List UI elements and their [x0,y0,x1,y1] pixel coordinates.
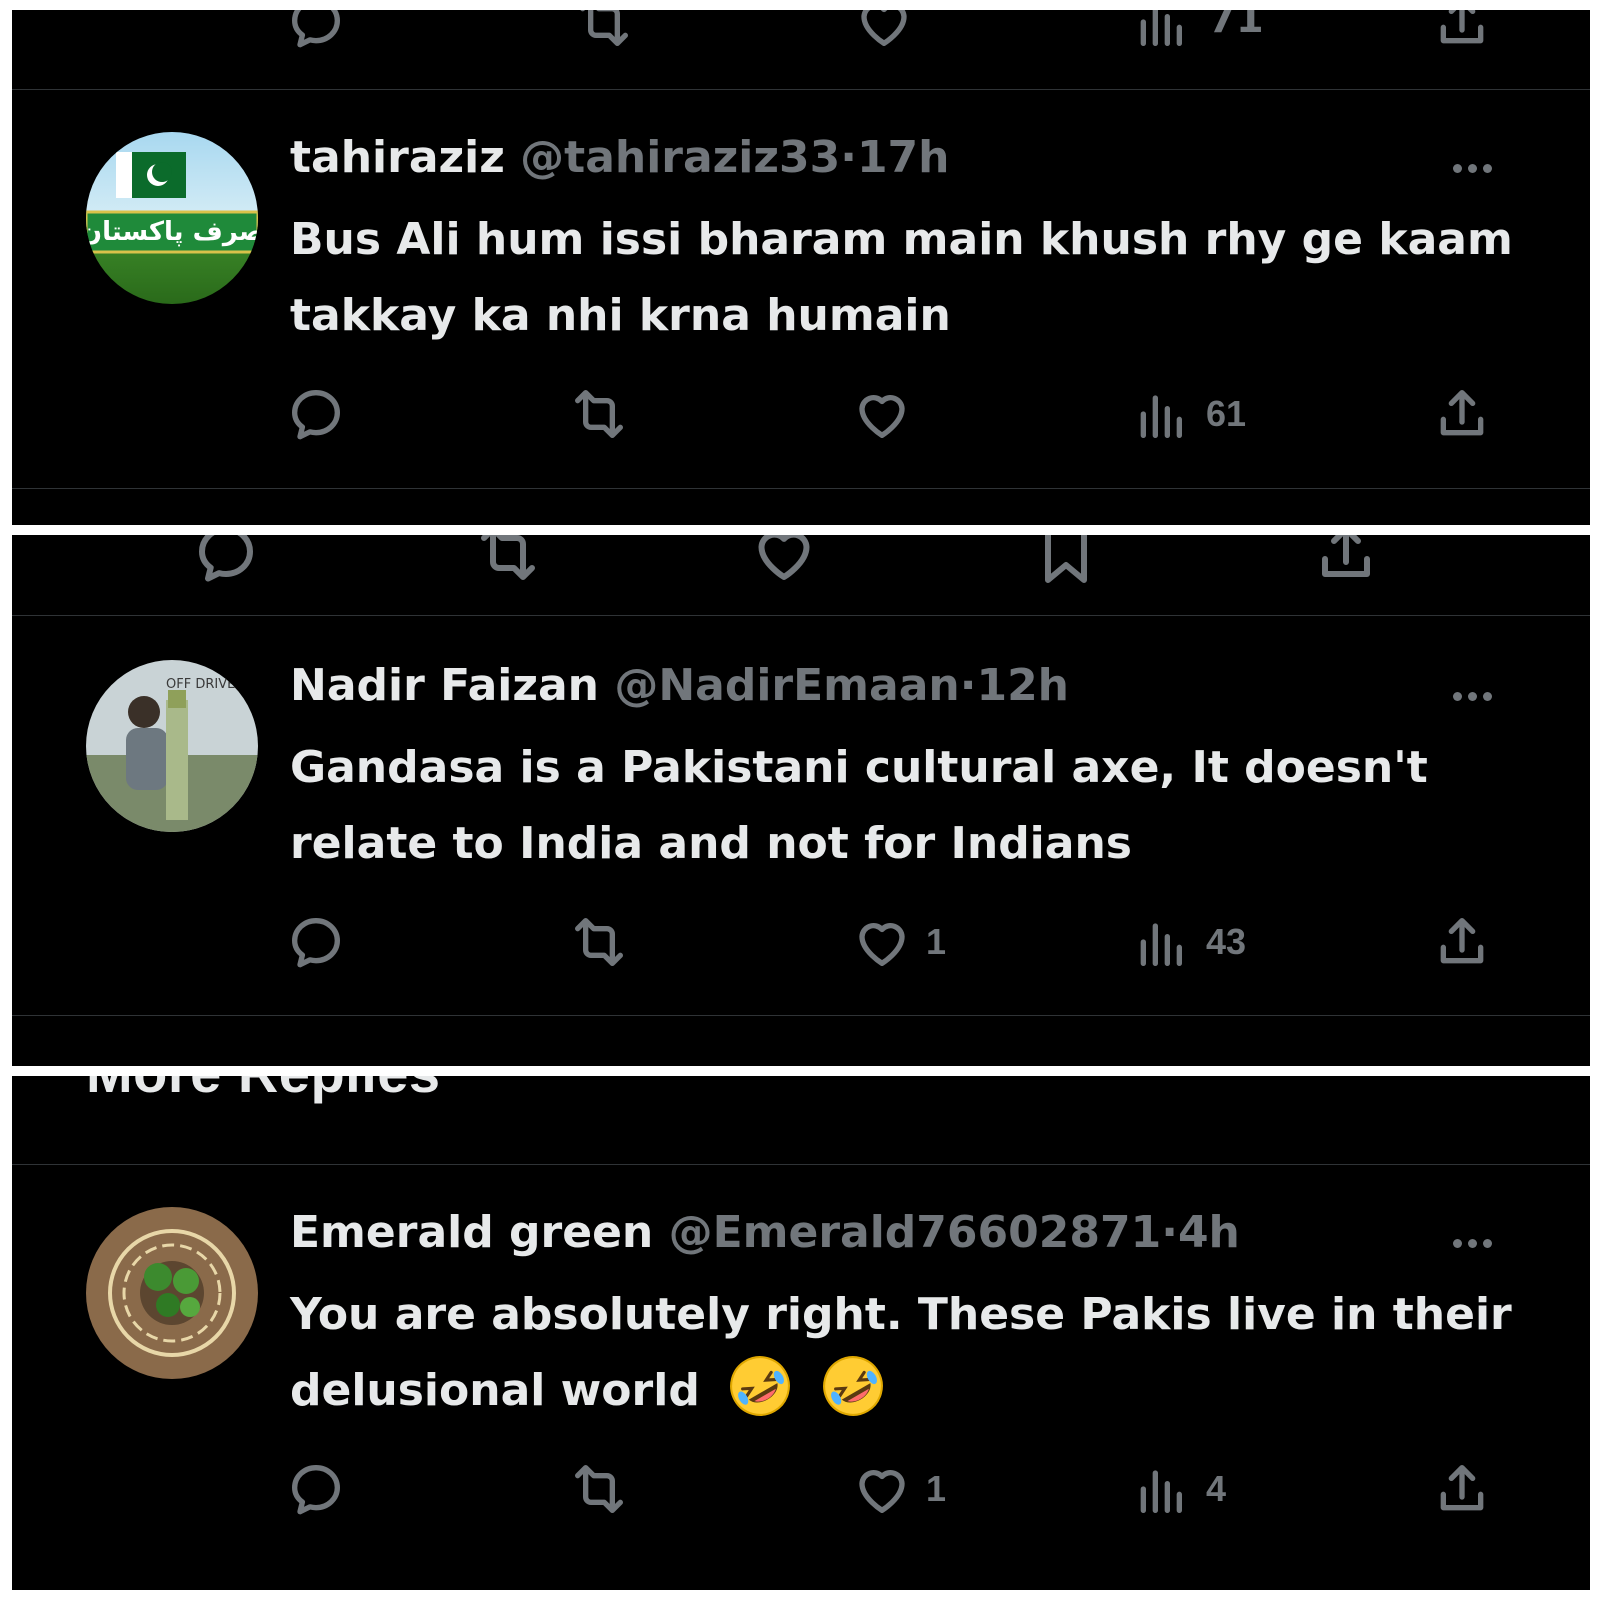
like-button[interactable] [850,382,926,446]
share-button[interactable] [1430,1457,1494,1521]
more-replies-heading[interactable]: More Replies [86,1076,441,1105]
retweet-button[interactable] [567,1457,631,1521]
screenshot-panel-bottom: More Replies Emerald green @Emerald76602… [12,1076,1590,1590]
avatar-urdu-text: صرف پاکستان [86,217,258,247]
reply-button[interactable] [284,910,348,974]
separator-dot: · [959,660,977,711]
more-icon[interactable] [1450,686,1510,710]
like-count: 1 [926,1468,947,1509]
tweet-text: Gandasa is a Pakistani cultural axe, It … [290,742,1428,869]
tweet-tahiraziz[interactable]: صرف پاکستان tahiraziz @tahiraziz33·17h B… [12,90,1590,490]
tweet-text: Bus Ali hum issi bharam main khush rhy g… [290,214,1513,341]
more-icon[interactable] [1450,1233,1510,1257]
separator-dot: · [840,132,857,183]
retweet-button[interactable] [567,382,631,446]
views-button[interactable]: 61 [1130,382,1246,446]
reply-button[interactable] [284,382,348,446]
tweet-action-bar: 61 [12,382,1590,442]
heart-icon [859,923,905,966]
handle[interactable]: @tahiraziz33 [520,132,840,183]
tweet-action-bar: 1 43 [12,910,1590,970]
heart-icon[interactable] [852,10,916,58]
heart-icon [859,1470,905,1513]
tweet-text: You are absolutely right. These Pakis li… [290,1289,1512,1416]
retweet-icon[interactable] [572,10,636,58]
like-button[interactable]: 1 [850,910,946,974]
display-name[interactable]: Nadir Faizan [290,660,599,711]
timestamp[interactable]: 12h [976,660,1069,711]
avatar[interactable]: صرف پاکستان [86,132,258,304]
share-icon [1440,918,1484,964]
rolling-on-floor-laughing-emoji [823,1356,884,1416]
display-name[interactable]: Emerald green [290,1207,653,1258]
tweet-emerald-green[interactable]: Emerald green @Emerald76602871·4h You ar… [12,1165,1590,1565]
bookmark-icon[interactable] [1030,535,1102,593]
retweet-icon[interactable] [472,535,544,593]
views-icon[interactable] [1130,10,1194,58]
reply-icon [292,918,340,968]
views-button[interactable]: 43 [1130,910,1246,974]
reply-icon[interactable] [190,535,262,593]
handle[interactable]: @NadirEmaan [614,660,959,711]
divider [12,488,1590,489]
share-icon [1440,1465,1484,1511]
divider [12,1015,1590,1016]
tweet-header: Emerald green @Emerald76602871·4h [290,1207,1240,1258]
views-icon [1140,395,1182,438]
heart-icon [859,395,905,438]
screenshot-panel-middle: OFF DRIVE Nadir Faizan @NadirEmaan·12h G… [12,535,1590,1066]
tweet-action-bar: 1 4 [12,1457,1590,1517]
retweet-icon [575,390,623,438]
separator-dot: · [1161,1207,1178,1258]
handle[interactable]: @Emerald76602871 [669,1207,1162,1258]
avatar-text: OFF DRIVE [166,677,235,692]
screenshot-panel-top: 71 صرف پاکستان tahiraziz @tahiraziz33·17… [12,10,1590,525]
like-count: 1 [926,921,947,962]
retweet-button[interactable] [567,910,631,974]
tweet-nadir-faizan[interactable]: OFF DRIVE Nadir Faizan @NadirEmaan·12h G… [12,616,1590,1016]
tweet-header: tahiraziz @tahiraziz33·17h [290,132,950,183]
share-icon[interactable] [1310,535,1382,593]
views-count: 71 [1208,10,1264,42]
views-icon [1140,923,1182,966]
reply-icon [292,390,340,440]
views-count: 43 [1206,921,1247,962]
share-icon [1440,390,1484,436]
reply-icon [292,1465,340,1515]
rolling-on-floor-laughing-emoji [730,1356,791,1416]
share-button[interactable] [1430,910,1494,974]
views-count: 61 [1206,393,1247,434]
previous-tweet-action-bar [12,535,1590,589]
views-count: 4 [1206,1468,1227,1509]
reply-button[interactable] [284,1457,348,1521]
tweet-header: Nadir Faizan @NadirEmaan·12h [290,660,1069,711]
timestamp[interactable]: 4h [1178,1207,1240,1258]
views-icon [1140,1470,1182,1513]
heart-icon[interactable] [748,535,820,593]
retweet-icon [575,918,623,966]
avatar[interactable]: OFF DRIVE [86,660,258,832]
avatar[interactable] [86,1207,258,1379]
share-icon[interactable] [1430,10,1494,58]
previous-tweet-action-bar: 71 [12,10,1590,52]
views-button[interactable]: 4 [1130,1457,1226,1521]
like-button[interactable]: 1 [850,1457,946,1521]
more-icon[interactable] [1450,158,1510,182]
share-button[interactable] [1430,382,1494,446]
retweet-icon [575,1465,623,1513]
display-name[interactable]: tahiraziz [290,132,505,183]
timestamp[interactable]: 17h [857,132,950,183]
tweet-body: You are absolutely right. These Pakis li… [290,1277,1520,1429]
reply-icon[interactable] [284,10,348,58]
